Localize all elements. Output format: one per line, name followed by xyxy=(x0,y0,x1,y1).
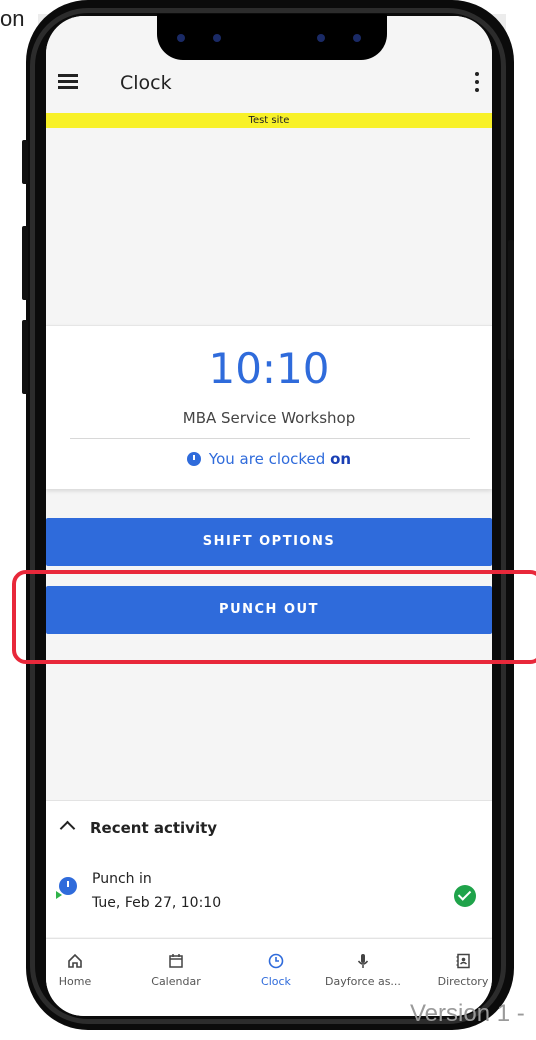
more-options-icon[interactable] xyxy=(474,72,480,94)
arrow-icon xyxy=(56,891,62,899)
clock-icon xyxy=(268,953,284,969)
nav-label-clock: Clock xyxy=(261,975,291,988)
corner-text: on xyxy=(0,6,25,31)
nav-item-clock[interactable]: Clock xyxy=(231,939,321,999)
page-title: Clock xyxy=(120,72,172,94)
punch-out-button[interactable]: PUNCH OUT xyxy=(46,586,492,634)
activity-time: Tue, Feb 27, 10:10 xyxy=(92,895,222,911)
clock-status: You are clocked on xyxy=(46,450,492,468)
camera-notch xyxy=(157,14,387,60)
shift-options-button[interactable]: SHIFT OPTIONS xyxy=(46,518,492,566)
card-divider xyxy=(70,438,470,439)
phone-screen: Clock Test site 10:10 MBA Service Worksh… xyxy=(46,16,492,1016)
activity-label: Punch in xyxy=(92,871,152,887)
list-item[interactable]: Punch in Tue, Feb 27, 10:10 xyxy=(46,857,492,937)
hamburger-menu-icon[interactable] xyxy=(58,74,78,90)
chevron-up-icon xyxy=(59,820,76,837)
success-check-icon xyxy=(454,885,476,907)
clock-status-icon xyxy=(186,452,201,466)
mute-switch xyxy=(22,140,28,184)
current-time: 10:10 xyxy=(208,344,330,393)
nav-item-dayforce-assistant[interactable]: Dayforce as... xyxy=(318,939,408,999)
status-text: You are clocked xyxy=(208,450,331,468)
work-location: MBA Service Workshop xyxy=(182,409,356,427)
nav-label-directory: Directory xyxy=(437,975,489,988)
directory-icon xyxy=(456,953,470,969)
nav-item-calendar[interactable]: Calendar xyxy=(131,939,221,999)
volume-down-button xyxy=(22,320,28,394)
volume-up-button xyxy=(22,226,28,300)
recent-activity-title: Recent activity xyxy=(90,819,218,837)
nav-label-dayforce-assistant: Dayforce as... xyxy=(325,975,401,988)
microphone-icon xyxy=(357,954,369,968)
version-label: Version 1 - xyxy=(410,1000,525,1027)
nav-item-directory[interactable]: Directory xyxy=(418,939,492,999)
clock-card: 10:10 MBA Service Workshop You are clock… xyxy=(46,325,492,489)
nav-label-home: Home xyxy=(58,975,92,988)
nav-label-calendar: Calendar xyxy=(151,975,201,988)
power-button xyxy=(508,240,514,360)
recent-activity-header[interactable]: Recent activity xyxy=(46,800,492,858)
status-value: on xyxy=(330,450,352,468)
calendar-icon xyxy=(169,954,183,968)
nav-item-home[interactable]: Home xyxy=(46,939,120,999)
test-site-banner: Test site xyxy=(46,113,492,128)
home-icon xyxy=(68,953,82,968)
